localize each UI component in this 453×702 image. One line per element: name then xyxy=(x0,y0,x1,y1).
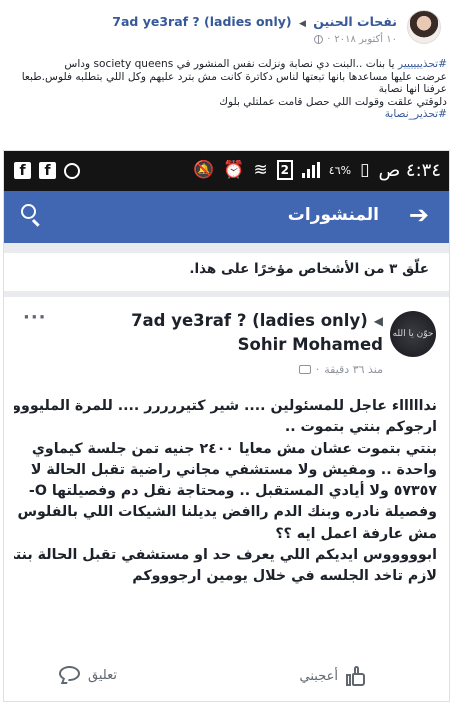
share-arrow-icon: ◀ xyxy=(298,19,306,29)
comment-bubble-icon xyxy=(59,665,81,685)
outer-post-body: #تحذيييييير يا بنات ..البنت دي نصابة ونز… xyxy=(6,58,447,121)
body-line: بنتي بتموت عشان مش معايا ٢٤٠٠ جنيه تمن ج… xyxy=(31,440,437,457)
inner-post-body: نداااااء عاجل للمسئولين .... شير كتيرررر… xyxy=(14,396,437,588)
body-line: وفصيلة نادره وبنك الدم راافض يديلنا الشي… xyxy=(14,504,437,521)
author-name-link[interactable]: Sohir Mohamed xyxy=(238,335,383,354)
more-options-icon[interactable]: ··· xyxy=(23,307,47,328)
facebook-app-bar: المنشورات ➔ xyxy=(4,191,449,243)
page-name-link[interactable]: نفحات الحنين xyxy=(313,14,397,29)
like-button[interactable]: أعجبني xyxy=(300,665,367,687)
body-line: مش عارفة اعمل ايه ؟؟ xyxy=(275,525,437,542)
body-line: دلوقتي علقت وقولت اللي حصل قامت عملتلي ب… xyxy=(219,95,447,108)
body-line: واحدة .. ومفيش ولا مستشفي مجاني راضية تق… xyxy=(30,461,437,478)
separator-band xyxy=(4,291,449,297)
like-label: أعجبني xyxy=(299,668,338,684)
page-avatar[interactable] xyxy=(407,10,441,44)
body-line: ٥٧٣٥٧ ولا أيادي المستقبل .. ومحتاجة نقل … xyxy=(28,483,437,500)
app-bar-title: المنشورات xyxy=(287,205,379,225)
signal-icon xyxy=(301,162,320,178)
body-line: نداااااء عاجل للمسئولين .... شير كتيرررر… xyxy=(14,398,437,414)
author-avatar[interactable]: حوّن يا الله xyxy=(390,311,436,357)
thumbs-up-icon xyxy=(345,665,367,687)
outer-post-header: نفحات الحنين ◀ 7ad ye3raf ? (ladies only… xyxy=(0,6,453,54)
group-audience-icon xyxy=(298,365,311,374)
body-line: عرفنا انها نصابة xyxy=(378,83,447,96)
group-name-link[interactable]: 7ad ye3raf ? (ladies only) xyxy=(112,14,291,29)
arrow-right-icon[interactable]: ➔ xyxy=(409,201,429,229)
phone-status-bar: f f 🔕 ⏰ ≋ 2 ٤٦% ▯ ٤:٣٤ ص xyxy=(4,151,449,191)
circle-notification-icon xyxy=(64,162,80,179)
separator-band xyxy=(4,243,449,253)
wifi-icon: ≋ xyxy=(253,160,268,180)
mute-icon: 🔕 xyxy=(193,160,215,180)
globe-icon xyxy=(314,35,324,44)
facebook-notification-icon: f xyxy=(14,162,31,179)
triangle-left-icon: ◀ xyxy=(373,313,383,328)
system-status-icons: 🔕 ⏰ ≋ 2 ٤٦% ▯ ٤:٣٤ ص xyxy=(193,158,441,182)
notification-icons: f f xyxy=(14,162,80,179)
body-line: لازم تاخد الجلسه في خلال يومين ارجوووكم xyxy=(132,568,437,585)
battery-icon: ▯ xyxy=(360,160,370,180)
outer-post-meta: ١٠ أكتوبر ٢٠١٨ · xyxy=(314,34,397,45)
alarm-icon: ⏰ xyxy=(223,160,245,180)
outer-post-title: نفحات الحنين ◀ 7ad ye3raf ? (ladies only… xyxy=(112,14,397,29)
comment-button[interactable]: تعليق xyxy=(59,665,117,685)
body-line: #تحذير_نصابة xyxy=(6,108,447,121)
search-icon[interactable] xyxy=(21,204,43,227)
sim-indicator: 2 xyxy=(276,160,293,180)
body-line: #تحذيييييير يا بنات ..البنت دي نصابة ونز… xyxy=(64,58,447,70)
battery-percent: ٤٦% xyxy=(328,163,352,177)
attached-screenshot[interactable]: f f 🔕 ⏰ ≋ 2 ٤٦% ▯ ٤:٣٤ ص المنشورات ➔ علّ… xyxy=(3,150,450,702)
status-clock: ٤:٣٤ ص xyxy=(378,159,441,181)
recent-comments-note[interactable]: علّق ٣ من الأشخاص مؤخرًا على هذا. xyxy=(189,261,429,277)
inner-post-meta: منذ ٣٦ دقيقة · xyxy=(298,363,383,376)
inner-post-group: 7ad ye3raf ? (ladies only) ◀ xyxy=(131,311,383,330)
body-line: ارجوكم بنتي بتموت .. xyxy=(284,419,437,436)
post-actions: أعجبني تعليق xyxy=(4,659,449,695)
post-time[interactable]: منذ ٣٦ دقيقة xyxy=(324,363,383,376)
group-name-link[interactable]: 7ad ye3raf ? (ladies only) xyxy=(131,311,368,330)
hashtag-link[interactable]: #تحذيييييير xyxy=(398,58,447,70)
post-date[interactable]: ١٠ أكتوبر ٢٠١٨ xyxy=(334,34,397,45)
body-line: عرضت عليها مساعدها بانها تبعتها لناس دكا… xyxy=(21,70,447,83)
comment-label: تعليق xyxy=(88,667,117,683)
hashtag-link[interactable]: #تحذير_نصابة xyxy=(385,108,447,120)
body-line: ابوووووس ايديكم اللي يعرف حد او مستشفي ت… xyxy=(14,547,437,564)
facebook-notification-icon: f xyxy=(39,162,56,179)
